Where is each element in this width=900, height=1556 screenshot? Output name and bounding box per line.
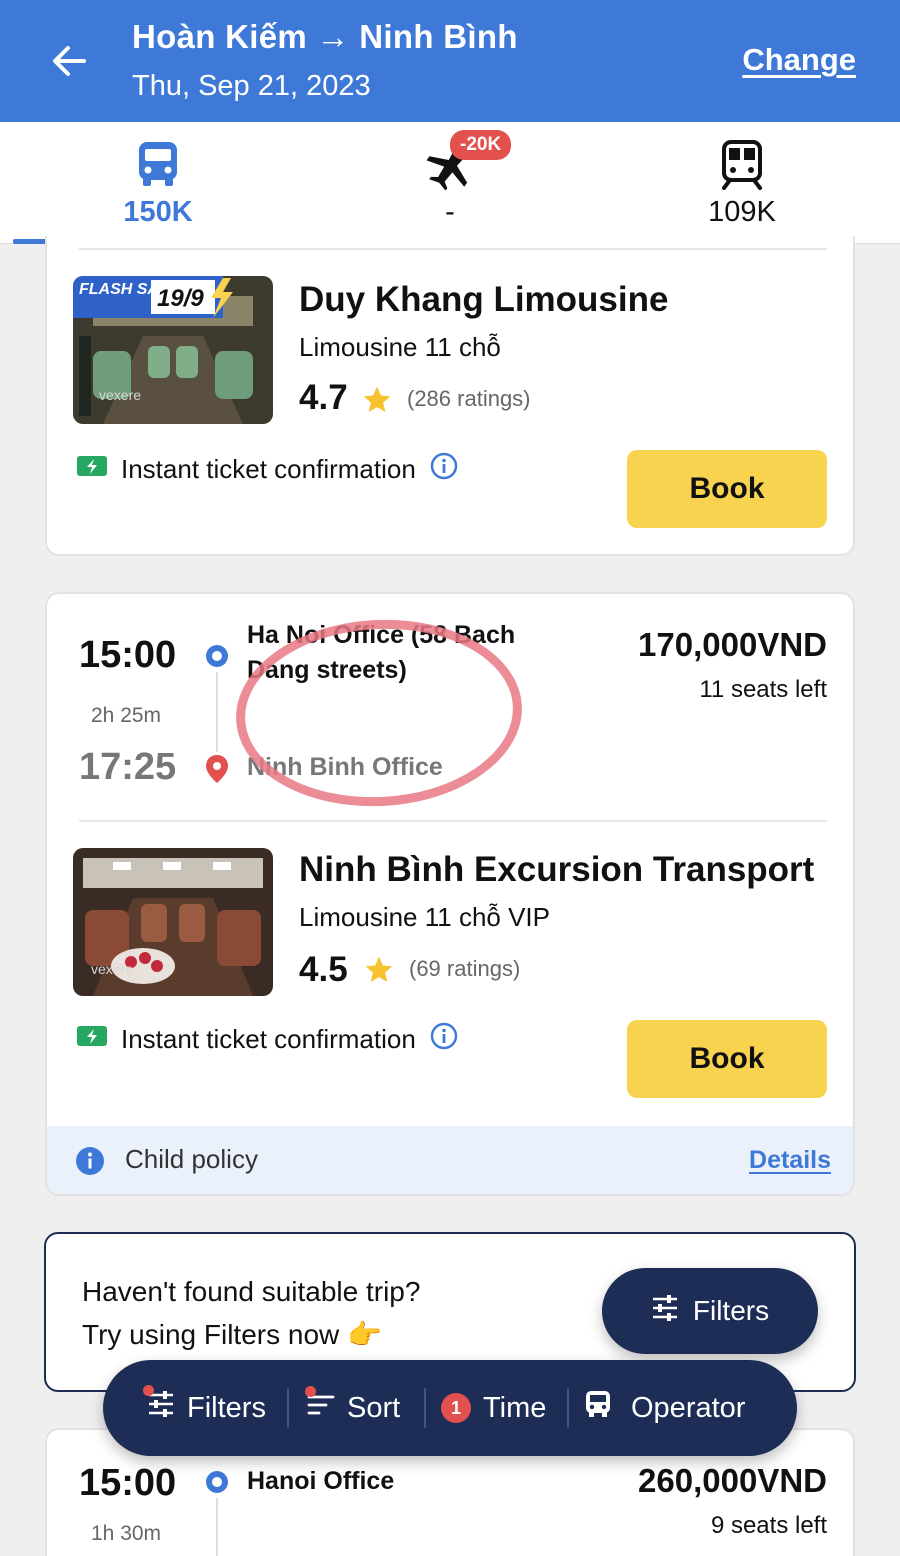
departure-time: 15:00 [79,634,177,676]
child-policy-bar: Child policy Details [47,1126,853,1194]
sliders-icon [651,1294,679,1328]
departure-stop: Ha Noi Office (58 Bach Dang streets) [247,621,516,684]
operator-tab[interactable]: Operator [585,1360,745,1456]
departure-dot-icon [203,642,231,675]
separator [424,1388,426,1428]
route-title: Hoàn Kiếm → Ninh Bình [132,18,518,55]
operator-label: Operator [631,1391,746,1424]
arrival-time: 17:25 [79,746,177,788]
arrival-stop: Ninh Binh Office [247,753,443,781]
photo-watermark: vexere [91,961,133,977]
flash-sale-date: 19/9 [157,285,204,312]
sliders-icon [143,1385,175,1425]
tab-bus-price: 150K [123,196,193,228]
top-header: Hoàn Kiếm → Ninh Bình Thu, Sep 21, 2023 … [0,0,900,122]
book-button[interactable]: Book [627,450,827,528]
tab-train-price: 109K [708,196,776,228]
vehicle-type: Limousine 11 chỗ VIP [299,902,550,932]
trip-price: 260,000VND [638,1462,827,1499]
time-count-badge: 1 [441,1393,471,1423]
instant-ticket-icon [77,1024,107,1055]
trip-duration: 1h 30m [91,1522,162,1545]
info-icon[interactable] [430,1022,458,1057]
suggestion-line-1: Haven't found suitable trip? [82,1276,421,1307]
departure-time: 15:00 [79,1462,177,1504]
tab-train[interactable]: 109K [592,122,892,244]
filters-label: Filters [187,1391,266,1424]
instant-confirmation: Instant ticket confirmation [77,452,458,487]
discount-badge: -20K [450,130,512,160]
trip-duration: 2h 25m [91,704,162,727]
bus-icon [136,140,180,193]
sort-tab[interactable]: Sort [305,1360,401,1456]
card-divider [79,248,827,250]
trip-card-ninh-binh-excursion[interactable]: 15:00 2h 25m 17:25 Ha Noi Office (58 Bac… [45,592,855,1196]
location-pin-icon [204,754,230,789]
suggestion-filters-button[interactable]: Filters [602,1268,818,1354]
trip-price: 170,000VND [638,626,827,663]
instant-label: Instant ticket confirmation [121,454,416,484]
instant-label: Instant ticket confirmation [121,1024,416,1054]
rating-score: 4.5 [299,950,348,989]
info-icon[interactable] [430,452,458,487]
rating-count: (69 ratings) [409,956,521,981]
instant-confirmation: Instant ticket confirmation [77,1022,458,1057]
filters-tab[interactable]: Filters [143,1360,266,1456]
transport-tabs: 150K - -20K 109K [0,122,900,244]
trip-date: Thu, Sep 21, 2023 [132,70,371,102]
instant-ticket-icon [77,454,107,485]
child-policy-label: Child policy [125,1144,258,1174]
vehicle-type: Limousine 11 chỗ [299,332,501,362]
change-button[interactable]: Change [742,42,856,78]
operator-name: Ninh Bình Excursion Transport [299,850,815,889]
rating-score: 4.7 [299,378,348,417]
info-filled-icon [75,1146,105,1181]
bottom-filter-bar: Filters Sort 1 Time Operator [103,1360,797,1456]
train-icon [720,140,764,195]
time-label: Time [483,1391,547,1424]
active-dot [143,1385,154,1396]
star-icon [363,954,395,991]
active-dot [305,1385,316,1397]
sort-label: Sort [347,1391,401,1424]
details-link[interactable]: Details [749,1146,831,1175]
photo-watermark: vexere [99,387,141,403]
route-line [216,672,218,752]
filters-label: Filters [692,1295,770,1326]
tab-plane-price: - [445,196,455,228]
seats-left: 9 seats left [710,1512,827,1539]
card-divider [79,820,827,822]
book-button[interactable]: Book [627,1020,827,1098]
departure-stop: Hanoi Office [247,1467,395,1495]
vehicle-photo: vexere [73,848,273,996]
route-line [216,1498,218,1556]
rating-count: (286 ratings) [407,386,531,411]
trip-card-duy-khang[interactable]: FLASH SALE 19/9 vexere Duy Khang Limousi… [45,236,855,556]
bus-icon [585,1390,611,1426]
separator [287,1388,289,1428]
back-arrow-icon[interactable] [44,36,94,86]
time-tab[interactable]: 1 Time [441,1360,546,1456]
operator-name: Duy Khang Limousine [299,280,669,319]
tab-bus[interactable]: 150K [8,122,308,244]
seats-left: 11 seats left [699,676,827,703]
departure-dot-icon [203,1468,231,1501]
suggestion-line-2: Try using Filters now 👉 [82,1319,382,1350]
star-icon [361,384,393,421]
separator [567,1388,569,1428]
sort-icon [305,1385,335,1425]
vehicle-photo: FLASH SALE 19/9 vexere [73,276,273,424]
